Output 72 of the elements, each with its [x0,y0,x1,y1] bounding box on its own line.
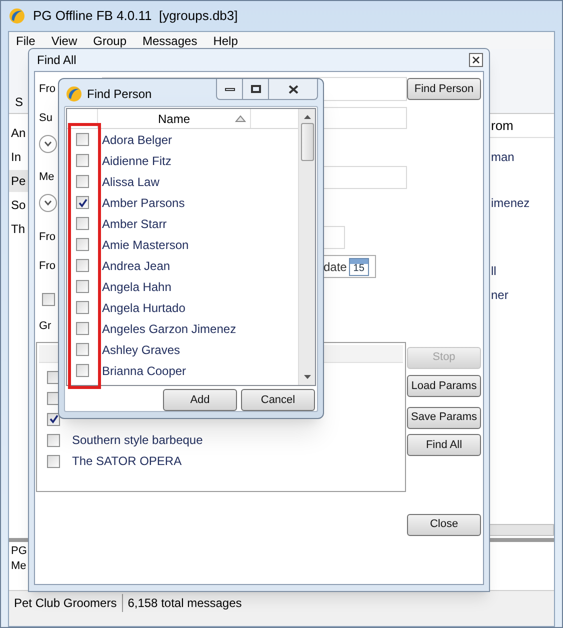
preview-text: PG [11,544,28,559]
person-row[interactable]: Ashley Graves [67,339,298,360]
checkbox[interactable] [76,322,89,335]
person-row[interactable]: Amie Masterson [67,234,298,255]
list-item[interactable]: ll [491,262,554,280]
group-name[interactable]: The SATOR OPERA [72,452,182,470]
list-item[interactable]: imenez [491,194,554,212]
person-row[interactable]: Andrea Jean [67,255,298,276]
field-label: Me [39,170,54,186]
menu-item[interactable]: Help [213,32,238,50]
field-label: Fro [39,230,56,246]
dialog-title: Find Person [87,86,152,103]
menu-item[interactable]: Group [93,32,126,50]
checkbox[interactable] [47,412,60,426]
column-header[interactable]: Name [98,109,251,128]
person-row[interactable]: Adora Belger [67,129,298,150]
scroll-down-icon[interactable] [304,375,310,379]
field-label: Su [39,110,52,126]
checkbox[interactable] [42,293,55,306]
dialog-button[interactable]: Cancel [241,389,315,411]
list-item[interactable]: ner [491,286,554,304]
field-label: Fro [39,82,56,97]
dialog-button[interactable]: Close [407,514,481,536]
person-row[interactable]: Alissa Law [67,171,298,192]
list-item[interactable]: man [491,148,554,166]
calendar-icon[interactable]: 15 [348,258,369,276]
close-icon[interactable] [469,53,483,67]
checkbox[interactable] [76,343,89,356]
find-person-button[interactable]: Find Person [407,78,481,100]
expand-icon[interactable] [39,135,57,153]
dialog-button[interactable]: Add [163,389,237,411]
group-name[interactable]: Southern style barbeque [72,431,203,449]
checkbox[interactable] [47,454,60,468]
dialog-button[interactable]: Find All [407,434,481,456]
person-row[interactable]: Amber Starr [67,213,298,234]
expand-icon[interactable] [39,194,57,212]
toolbar-label: S [15,94,24,111]
checkbox[interactable] [47,434,60,446]
menu-item[interactable]: View [51,32,78,50]
person-row[interactable]: Angeles Garzon Jimenez [67,318,298,339]
checkbox[interactable] [76,217,89,230]
status-text: 6,158 total messages [122,594,247,612]
checkbox[interactable] [76,259,89,272]
dialog-button[interactable]: Save Params [407,406,481,428]
checkbox[interactable] [76,301,89,314]
person-row[interactable]: Amber Parsons [67,192,298,213]
dialog-button[interactable]: Load Params [407,375,481,397]
person-row[interactable]: Aidienne Fitz [67,150,298,171]
app-logo-icon [9,8,25,24]
field-label: Gr [39,319,52,334]
dialog-title: Find All [37,52,76,69]
checkbox[interactable] [76,280,89,293]
checkbox[interactable] [76,154,89,167]
checkbox[interactable] [76,364,89,377]
checkbox[interactable] [76,133,89,146]
preview-text: Me [11,559,28,574]
scroll-thumb[interactable] [300,123,314,161]
person-row[interactable]: Brianna Cooper [67,360,298,381]
checkbox[interactable] [76,238,89,251]
sort-arrow-icon [235,115,246,122]
person-row[interactable]: Angela Hurtado [67,297,298,318]
app-logo-icon [66,86,82,102]
field-label: Fro [39,259,56,274]
checkbox[interactable] [76,196,89,209]
vertical-scrollbar[interactable] [298,109,315,385]
menu-item[interactable]: File [16,32,36,50]
checkbox[interactable] [76,175,89,188]
status-text: Pet Club Groomers [13,594,118,612]
menu-item[interactable]: Messages [142,32,198,50]
scroll-up-icon[interactable] [304,115,310,119]
window-title: PG Offline FB 4.0.11 [ygroups.db3] [33,7,238,26]
person-row[interactable]: Angela Hahn [67,276,298,297]
